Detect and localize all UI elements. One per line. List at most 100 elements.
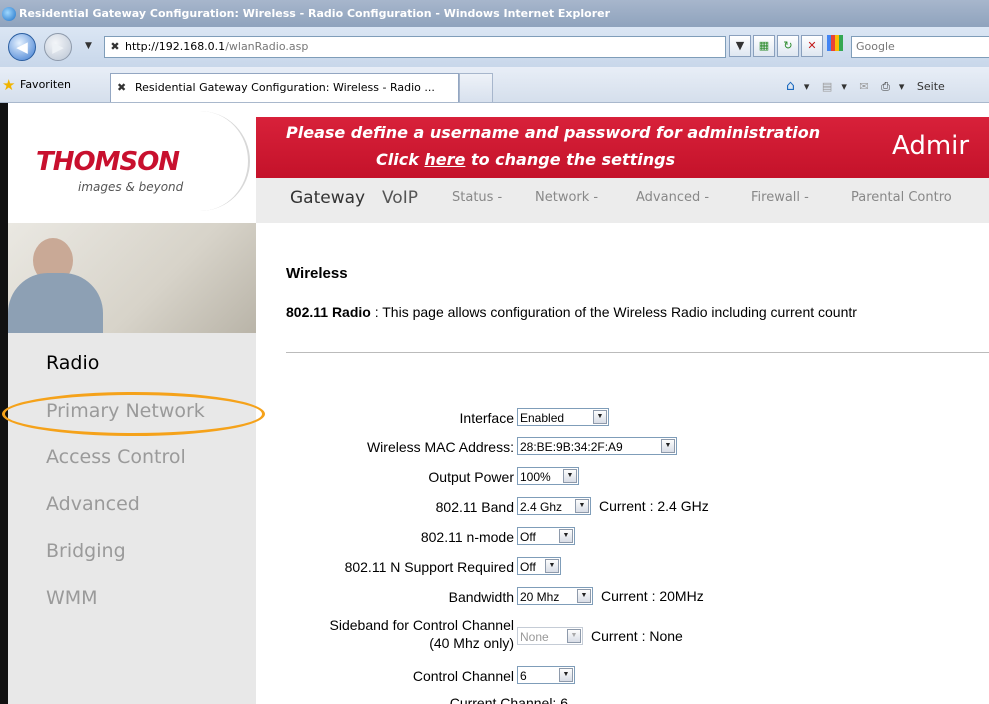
search-placeholder: Google xyxy=(856,40,895,53)
page-content: THOMSON images & beyond Radio Primary Ne… xyxy=(0,103,989,704)
admin-banner: Please define a username and password fo… xyxy=(256,103,989,178)
print-icon[interactable]: ⎙ xyxy=(881,80,890,93)
bandwidth-current: Current : 20MHz xyxy=(601,588,704,604)
left-border xyxy=(0,103,8,704)
interface-label: Interface xyxy=(459,410,514,426)
home-icon[interactable]: ⌂ xyxy=(786,78,795,94)
sidebar-item-bridging[interactable]: Bridging xyxy=(46,540,126,562)
output-power-value: 100% xyxy=(520,470,551,484)
n-support-label: 802.11 N Support Required xyxy=(344,559,514,575)
nav-gateway[interactable]: Gateway xyxy=(290,188,365,208)
chevron-down-icon: ▼ xyxy=(559,529,573,543)
band-field: 2.4 Ghz ▼ Current : 2.4 GHz xyxy=(517,497,709,515)
nav-status[interactable]: Status - xyxy=(452,190,502,205)
banner-link-line: Click here to change the settings xyxy=(376,150,675,169)
favorites-button[interactable]: Favoriten xyxy=(20,78,71,91)
command-bar: ⌂ ▾ ▤ ▾ ✉ ⎙ ▾ Seite xyxy=(786,78,954,94)
n-mode-label: 802.11 n-mode xyxy=(420,529,514,545)
bandwidth-select[interactable]: 20 Mhz ▼ xyxy=(517,587,593,605)
nav-parental-control[interactable]: Parental Contro xyxy=(851,190,952,205)
description-text: : This page allows configuration of the … xyxy=(370,304,857,320)
address-field[interactable]: ✖ http://192.168.0.1/wlanRadio.asp xyxy=(104,36,726,58)
home-dropdown-icon[interactable]: ▾ xyxy=(804,80,810,93)
feeds-dropdown-icon[interactable]: ▾ xyxy=(841,80,847,93)
chevron-down-icon: ▼ xyxy=(575,499,589,513)
header-photo xyxy=(8,223,256,333)
nav-advanced[interactable]: Advanced - xyxy=(636,190,709,205)
print-dropdown-icon[interactable]: ▾ xyxy=(899,80,905,93)
ie-logo-icon xyxy=(2,7,16,21)
band-select[interactable]: 2.4 Ghz ▼ xyxy=(517,497,591,515)
banner-link-post: to change the settings xyxy=(465,150,676,169)
sidebar: Radio Primary Network Access Control Adv… xyxy=(8,333,256,704)
brand-tagline: images & beyond xyxy=(78,180,184,194)
address-dropdown-button[interactable]: ▼ xyxy=(729,35,751,57)
n-support-value: Off xyxy=(520,560,536,574)
sideband-current: Current : None xyxy=(591,628,683,644)
sideband-field: None ▼ Current : None xyxy=(517,627,683,645)
forward-button[interactable]: ▶ xyxy=(44,33,72,61)
n-support-field: Off ▼ xyxy=(517,557,561,575)
url-host: http://192.168.0.1 xyxy=(125,40,226,53)
output-power-select[interactable]: 100% ▼ xyxy=(517,467,579,485)
nav-voip[interactable]: VoIP xyxy=(382,188,418,208)
description-title: 802.11 Radio xyxy=(286,304,371,320)
bandwidth-value: 20 Mhz xyxy=(520,590,560,604)
band-label: 802.11 Band xyxy=(435,499,514,515)
bandwidth-label: Bandwidth xyxy=(448,589,514,605)
top-navigation: Gateway VoIP Status - Network - Advanced… xyxy=(256,178,989,223)
sidebar-item-radio[interactable]: Radio xyxy=(46,352,99,374)
stop-icon[interactable]: ✕ xyxy=(801,35,823,57)
n-support-select[interactable]: Off ▼ xyxy=(517,557,561,575)
mac-value: 28:BE:9B:34:2F:A9 xyxy=(520,440,623,454)
mac-label: Wireless MAC Address: xyxy=(366,439,514,455)
back-button[interactable]: ◀ xyxy=(8,33,36,61)
page-title: Wireless xyxy=(286,265,348,282)
photo-person-body xyxy=(8,273,103,333)
window-titlebar: Residential Gateway Configuration: Wirel… xyxy=(0,0,989,27)
favorites-bar: ★ Favoriten ✖ Residential Gateway Configu… xyxy=(0,67,989,103)
sidebar-item-access-control[interactable]: Access Control xyxy=(46,446,186,468)
sidebar-item-wmm[interactable]: WMM xyxy=(46,587,98,609)
chevron-down-icon: ▼ xyxy=(593,410,607,424)
mac-field: 28:BE:9B:34:2F:A9 ▼ xyxy=(517,437,677,455)
band-current: Current : 2.4 GHz xyxy=(599,498,709,514)
sideband-select[interactable]: None ▼ xyxy=(517,627,583,645)
interface-select[interactable]: Enabled ▼ xyxy=(517,408,609,426)
main-content: Wireless 802.11 Radio : This page allows… xyxy=(256,223,989,704)
chevron-down-icon: ▼ xyxy=(545,559,559,573)
mail-icon[interactable]: ✉ xyxy=(859,80,868,93)
history-dropdown-icon[interactable]: ▼ xyxy=(85,41,92,51)
feeds-icon[interactable]: ▤ xyxy=(822,80,832,93)
address-toolbar: ◀ ▶ ▼ ✖ http://192.168.0.1/wlanRadio.asp … xyxy=(0,27,989,67)
chevron-down-icon: ▼ xyxy=(567,629,581,643)
control-channel-value: 6 xyxy=(520,669,527,683)
browser-tab-active[interactable]: ✖ Residential Gateway Configuration: Wire… xyxy=(110,73,459,102)
bandwidth-field: 20 Mhz ▼ Current : 20MHz xyxy=(517,587,704,605)
new-tab-button[interactable] xyxy=(459,73,493,102)
favorites-star-icon[interactable]: ★ xyxy=(2,76,15,94)
divider xyxy=(286,352,989,353)
nav-firewall[interactable]: Firewall - xyxy=(751,190,809,205)
tools-icon: ✖ xyxy=(110,40,120,53)
tools-icon: ✖ xyxy=(117,81,127,94)
control-channel-select[interactable]: 6 ▼ xyxy=(517,666,575,684)
mac-select[interactable]: 28:BE:9B:34:2F:A9 ▼ xyxy=(517,437,677,455)
chevron-down-icon: ▼ xyxy=(661,439,675,453)
page-menu-button[interactable]: Seite xyxy=(917,80,945,93)
nav-network[interactable]: Network - xyxy=(535,190,598,205)
banner-here-link[interactable]: here xyxy=(424,150,465,169)
banner-link-pre: Click xyxy=(376,150,425,169)
n-mode-value: Off xyxy=(520,530,536,544)
search-input[interactable]: Google xyxy=(851,36,989,58)
control-channel-label: Control Channel xyxy=(412,668,514,684)
n-mode-field: Off ▼ xyxy=(517,527,575,545)
url-path: /wlanRadio.asp xyxy=(225,40,309,53)
search-provider-icon[interactable] xyxy=(825,35,845,55)
refresh-icon[interactable]: ↻ xyxy=(777,35,799,57)
logo-area: THOMSON images & beyond xyxy=(8,103,256,223)
compatibility-icon[interactable]: ▦ xyxy=(753,35,775,57)
sidebar-item-advanced[interactable]: Advanced xyxy=(46,493,140,515)
banner-admin-title: Admir xyxy=(892,131,970,161)
n-mode-select[interactable]: Off ▼ xyxy=(517,527,575,545)
